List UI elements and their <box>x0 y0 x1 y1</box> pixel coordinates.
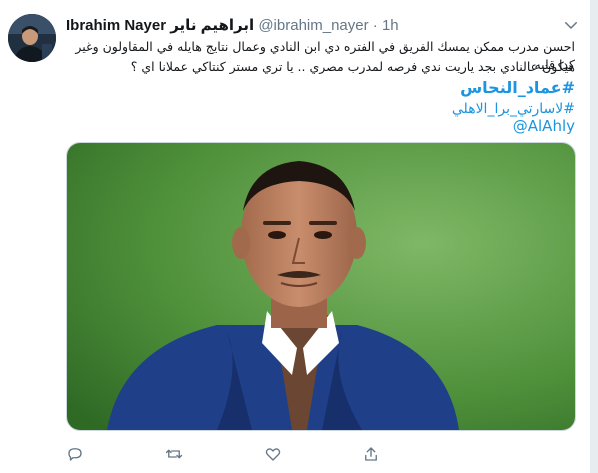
tweet-timestamp[interactable]: 1h <box>382 17 399 34</box>
retweet-button[interactable] <box>165 443 225 465</box>
share-button[interactable] <box>362 443 422 465</box>
avatar[interactable] <box>8 14 56 62</box>
author-name[interactable]: Ibrahim Nayer <box>66 17 166 34</box>
heart-icon <box>265 448 281 461</box>
tweet-text-line2: هيكون عالنادي بجد ياريت ندي فرصه لمدرب م… <box>130 59 575 74</box>
retweet-icon <box>165 449 183 459</box>
mention-link[interactable]: @AlAhly <box>66 116 575 136</box>
tweet-photo[interactable] <box>66 142 576 431</box>
separator-dot: · <box>372 17 378 34</box>
avatar-image <box>8 14 56 62</box>
tweet-header: Ibrahim Nayer ابراهيم ناير @ibrahim_naye… <box>66 16 566 36</box>
hashtag-link[interactable]: #عماد_النحاس <box>66 77 575 99</box>
photo-image <box>67 143 575 430</box>
tweet-actions <box>0 443 598 467</box>
timeline-border <box>590 0 598 473</box>
tweet-card[interactable]: Ibrahim Nayer ابراهيم ناير @ibrahim_naye… <box>0 0 598 473</box>
share-icon <box>365 447 377 461</box>
reply-icon <box>68 448 82 461</box>
chevron-down-icon[interactable] <box>562 16 580 34</box>
like-button[interactable] <box>264 443 324 465</box>
reply-button[interactable] <box>66 443 126 465</box>
author-handle[interactable]: @ibrahim_nayer <box>258 17 368 34</box>
author-name-arabic[interactable]: ابراهيم ناير <box>170 17 254 34</box>
